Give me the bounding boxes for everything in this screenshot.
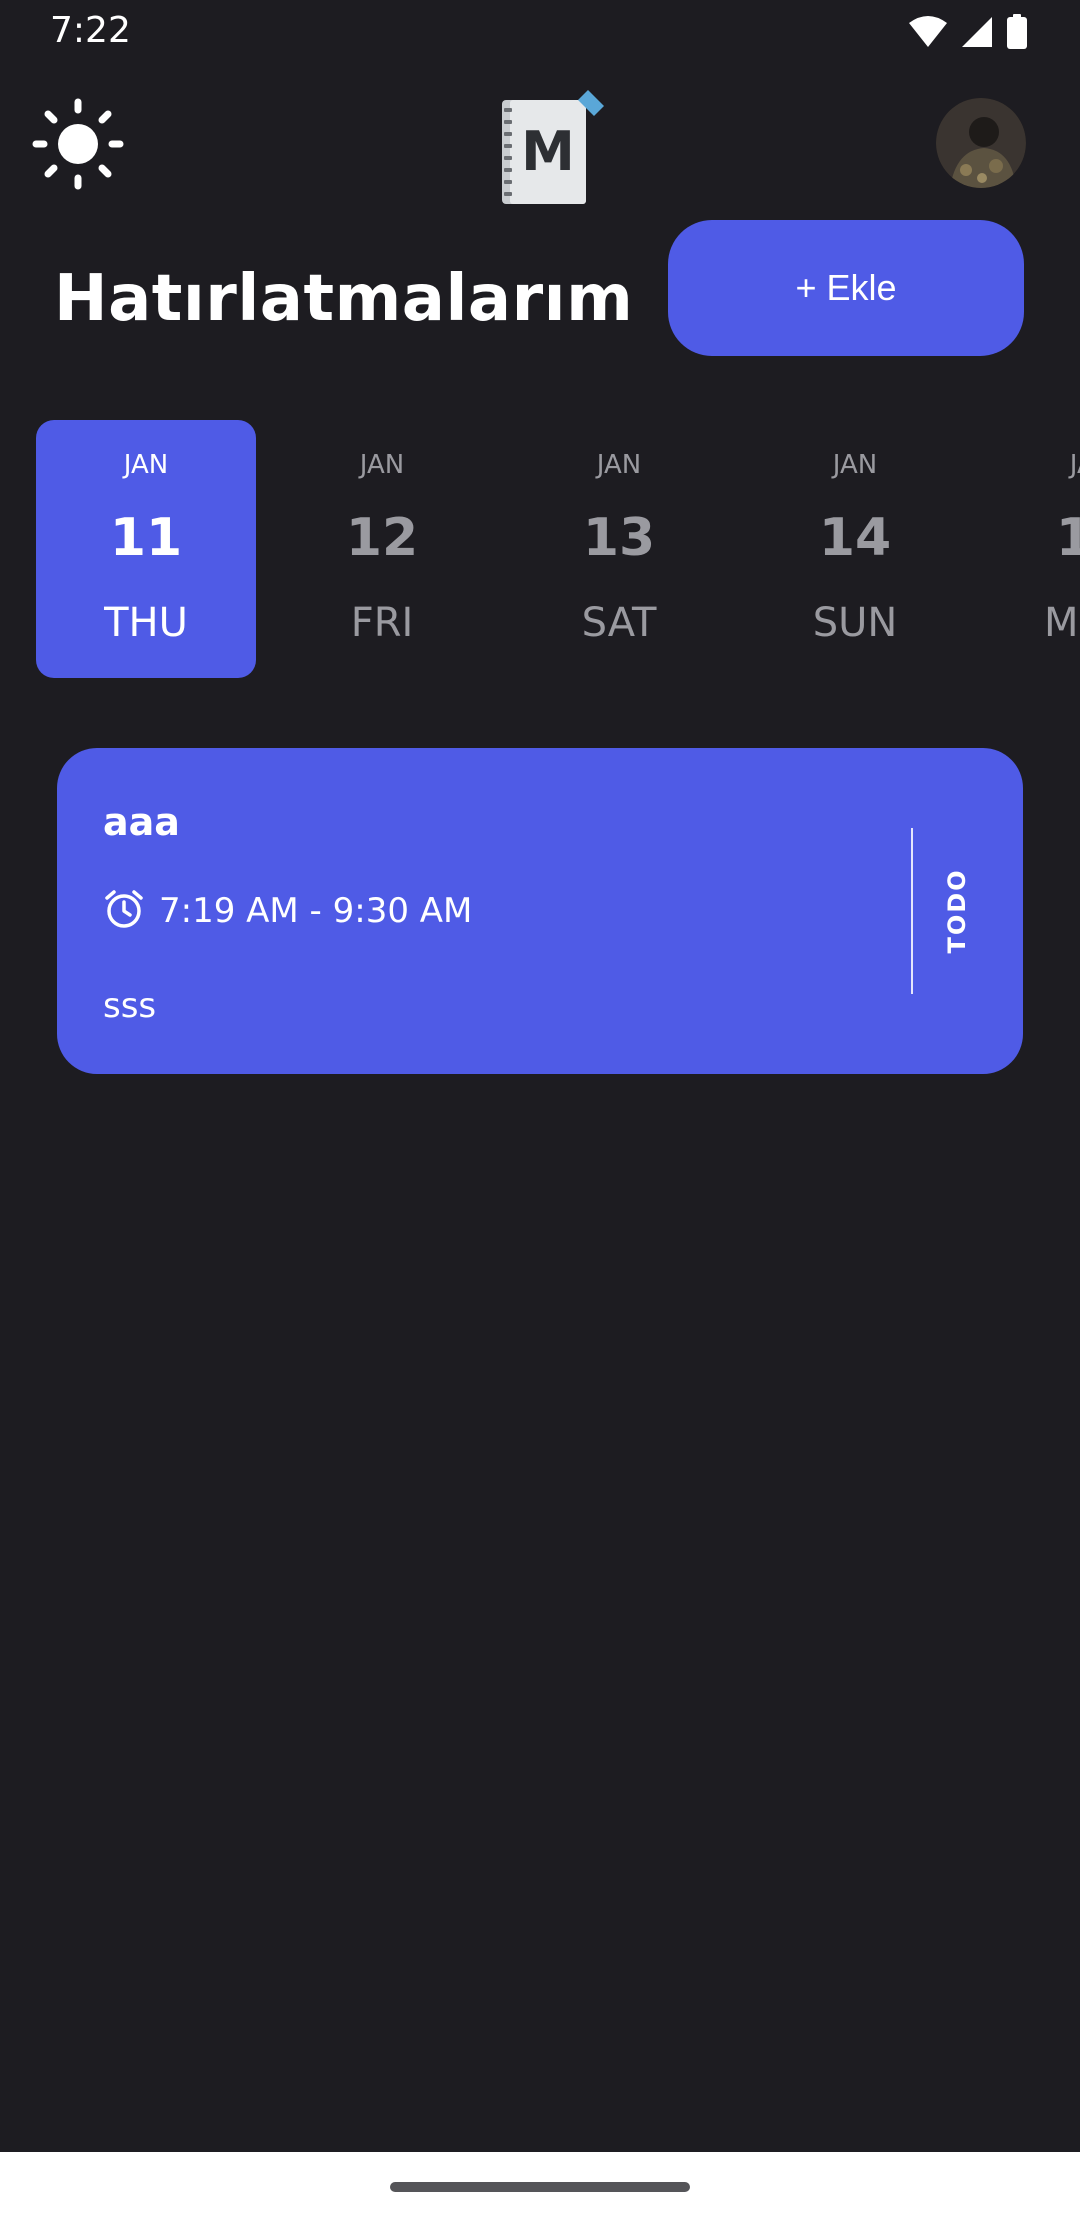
date-item[interactable]: JAN 13 SAT — [509, 420, 729, 678]
date-strip[interactable]: JAN 11 THU JAN 12 FRI JAN 13 SAT JAN 14 … — [0, 420, 1080, 680]
date-weekday: FRI — [350, 600, 414, 646]
status-bar: 7:22 — [0, 0, 1080, 66]
card-divider — [911, 828, 913, 994]
signal-icon — [960, 15, 994, 53]
reminder-time-row: 7:19 AM - 9:30 AM — [103, 888, 472, 934]
page-title: Hatırlatmalarım — [54, 262, 634, 336]
date-weekday: SUN — [812, 600, 898, 646]
status-time: 7:22 — [50, 10, 131, 51]
date-item[interactable]: JAN 12 FRI — [272, 420, 492, 678]
sun-icon[interactable] — [30, 96, 126, 192]
reminder-card[interactable]: aaa 7:19 AM - 9:30 AM sss TODO — [57, 748, 1023, 1074]
wifi-icon — [908, 15, 948, 53]
top-bar: M — [0, 84, 1080, 214]
date-month: JAN — [596, 450, 642, 480]
app-logo: M — [500, 90, 610, 206]
reminder-description: sss — [103, 986, 157, 1026]
date-day: 14 — [818, 508, 892, 568]
date-weekday: MON — [1044, 600, 1080, 646]
date-month: JAN — [1069, 450, 1080, 480]
add-reminder-button[interactable]: + Ekle — [668, 220, 1024, 356]
home-indicator[interactable] — [390, 2182, 690, 2192]
date-day: 12 — [345, 508, 419, 568]
date-day: 13 — [582, 508, 656, 568]
date-item[interactable]: JAN 14 SUN — [745, 420, 965, 678]
avatar[interactable] — [936, 98, 1026, 188]
alarm-clock-icon — [103, 888, 145, 934]
date-item[interactable]: JAN 15 MON — [982, 420, 1080, 678]
battery-icon — [1006, 14, 1028, 54]
date-weekday: THU — [104, 600, 188, 646]
navigation-bar — [0, 2152, 1080, 2220]
svg-text:M: M — [521, 120, 575, 183]
date-month: JAN — [359, 450, 405, 480]
date-month: JAN — [123, 450, 169, 480]
reminder-time: 7:19 AM - 9:30 AM — [159, 891, 473, 931]
date-item-selected[interactable]: JAN 11 THU — [36, 420, 256, 678]
date-month: JAN — [832, 450, 878, 480]
status-icons — [908, 14, 1028, 54]
date-day: 11 — [109, 508, 183, 568]
date-day: 15 — [1055, 508, 1080, 568]
status-label-text: TODO — [943, 868, 971, 954]
reminder-title: aaa — [103, 800, 180, 844]
date-weekday: SAT — [581, 600, 657, 646]
